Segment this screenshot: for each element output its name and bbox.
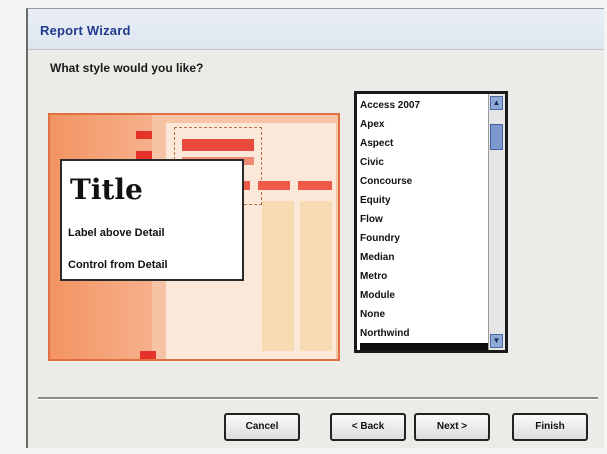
style-list[interactable]: Access 2007 Apex Aspect Civic Concourse … (354, 91, 508, 353)
style-preview-sample: Title Label above Detail Control from De… (60, 159, 244, 281)
preview-bullet (136, 131, 152, 139)
style-list-item[interactable]: Equity (360, 191, 505, 210)
window-title: Report Wizard (40, 23, 131, 38)
back-button[interactable]: < Back (330, 413, 406, 441)
style-list-item[interactable]: Flow (360, 210, 505, 229)
cancel-button[interactable]: Cancel (224, 413, 300, 441)
preview-field-bar (258, 181, 290, 190)
report-wizard-dialog: Report Wizard What style would you like? (26, 8, 604, 448)
preview-bullet (136, 151, 152, 159)
style-list-item[interactable]: Northwind (360, 324, 505, 343)
preview-data-column (262, 201, 294, 351)
style-list-item[interactable]: Concourse (360, 172, 505, 191)
style-list-item[interactable]: Access 2007 (360, 96, 505, 115)
style-question: What style would you like? (50, 61, 204, 75)
style-list-item[interactable]: Aspect (360, 134, 505, 153)
style-list-scrollbar[interactable]: ▲ ▼ (488, 94, 505, 350)
style-list-item[interactable]: Apex (360, 115, 505, 134)
button-separator (38, 397, 598, 400)
preview-control-sample: Control from Detail (68, 259, 168, 271)
style-list-item[interactable]: Metro (360, 267, 505, 286)
title-bar: Report Wizard (28, 9, 604, 50)
preview-header-bar (182, 139, 254, 151)
scroll-down-icon[interactable]: ▼ (490, 334, 503, 348)
style-list-item-selected[interactable] (360, 343, 505, 350)
next-button[interactable]: Next > (414, 413, 490, 441)
scroll-thumb[interactable] (490, 124, 503, 150)
preview-label-sample: Label above Detail (68, 227, 165, 239)
style-list-item[interactable]: Module (360, 286, 505, 305)
finish-button[interactable]: Finish (512, 413, 588, 441)
screenshot-frame: Report Wizard What style would you like? (0, 0, 607, 454)
scroll-up-icon[interactable]: ▲ (490, 96, 503, 110)
style-list-item[interactable]: None (360, 305, 505, 324)
preview-bottom-marker (140, 351, 156, 359)
style-list-item[interactable]: Foundry (360, 229, 505, 248)
style-list-item[interactable]: Civic (360, 153, 505, 172)
preview-title-sample: Title (70, 173, 143, 206)
style-list-item[interactable]: Median (360, 248, 505, 267)
preview-field-bar (298, 181, 332, 190)
preview-data-column (300, 201, 332, 351)
